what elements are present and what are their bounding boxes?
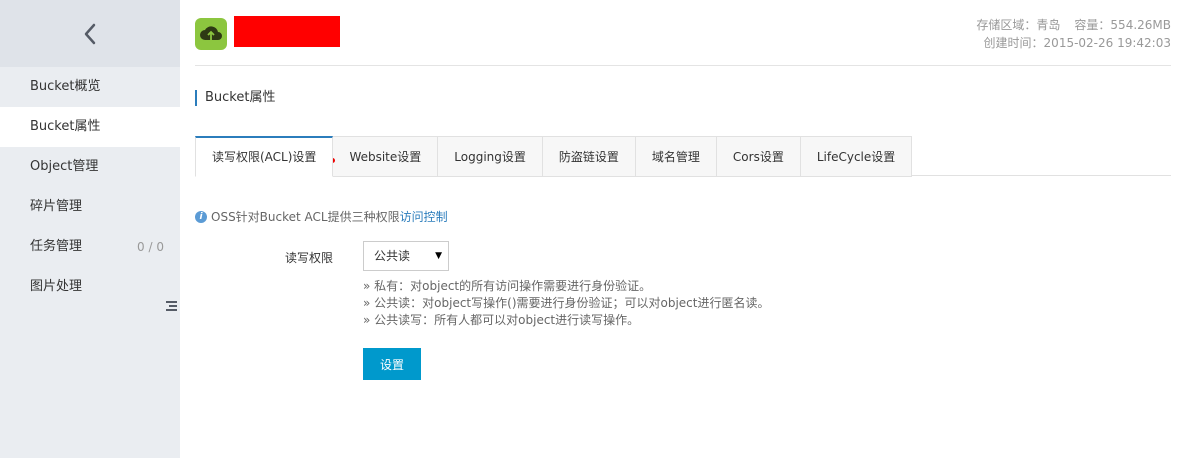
sidebar-item-image-processing[interactable]: 图片处理 xyxy=(0,267,180,307)
section-title: Bucket属性 xyxy=(195,90,275,106)
sidebar-item-label: 图片处理 xyxy=(30,279,83,294)
tab-bar: 读写权限(ACL)设置 Website设置 Logging设置 防盗链设置 域名… xyxy=(195,136,913,177)
header-divider xyxy=(195,65,1171,66)
sidebar-item-label: 任务管理 xyxy=(30,239,83,254)
acl-select[interactable]: 公共读 ▼ xyxy=(363,241,449,271)
tab-hotlink-protection[interactable]: 防盗链设置 xyxy=(542,136,636,177)
back-button[interactable] xyxy=(0,0,180,67)
sidebar-item-label: Bucket概览 xyxy=(30,79,101,94)
hint-public-read: » 公共读：对object写操作()需要进行身份验证；可以对object进行匿名… xyxy=(363,296,770,310)
tab-domain-management[interactable]: 域名管理 xyxy=(635,136,717,177)
sidebar-item-object-management[interactable]: Object管理 xyxy=(0,147,180,187)
caret-down-icon: ▼ xyxy=(435,251,442,261)
sidebar-item-task-management[interactable]: 任务管理 0 / 0 xyxy=(0,227,180,267)
acl-info-text: OSS针对Bucket ACL提供三种权限 xyxy=(211,210,400,224)
tab-acl-settings[interactable]: 读写权限(ACL)设置 xyxy=(195,136,334,177)
bucket-logo xyxy=(195,18,227,50)
sidebar-item-bucket-properties[interactable]: Bucket属性 xyxy=(0,107,180,147)
cloud-upload-icon xyxy=(200,26,222,42)
bucket-name-redacted xyxy=(234,16,340,47)
tab-logging-settings[interactable]: Logging设置 xyxy=(438,136,543,177)
task-count-badge: 0 / 0 xyxy=(137,240,164,254)
sidebar: Bucket概览 Bucket属性 Object管理 碎片管理 任务管理 0 /… xyxy=(0,0,180,458)
hint-private: » 私有：对object的所有访问操作需要进行身份验证。 xyxy=(363,279,652,293)
access-control-link[interactable]: 访问控制 xyxy=(400,208,448,225)
storage-region: 存储区域：青岛 xyxy=(976,18,1061,32)
tab-cors-settings[interactable]: Cors设置 xyxy=(716,136,801,177)
created-time: 创建时间：2015-02-26 19:42:03 xyxy=(983,36,1171,50)
acl-info-line: i OSS针对Bucket ACL提供三种权限 访问控制 xyxy=(195,208,448,225)
acl-hints: » 私有：对object的所有访问操作需要进行身份验证。 » 公共读：对obje… xyxy=(363,278,769,329)
info-icon: i xyxy=(195,210,207,223)
hint-public-read-write: » 公共读写：所有人都可以对object进行读写操作。 xyxy=(363,313,640,327)
sidebar-item-label: Bucket属性 xyxy=(30,119,101,134)
acl-form-label: 读写权限 xyxy=(285,251,334,265)
bucket-meta-info: 存储区域：青岛 容量：554.26MB 创建时间：2015-02-26 19:42… xyxy=(976,16,1171,52)
acl-select-value: 公共读 xyxy=(374,249,411,263)
sidebar-item-label: 碎片管理 xyxy=(30,199,83,214)
acl-submit-button[interactable]: 设置 xyxy=(363,348,421,380)
chevron-left-icon xyxy=(84,23,96,44)
capacity: 容量：554.26MB xyxy=(1074,18,1171,32)
sidebar-toggle-button[interactable] xyxy=(163,288,180,324)
sidebar-item-bucket-overview[interactable]: Bucket概览 xyxy=(0,67,180,107)
sidebar-item-fragment-management[interactable]: 碎片管理 xyxy=(0,187,180,227)
tab-lifecycle-settings[interactable]: LifeCycle设置 xyxy=(800,136,913,177)
tab-website-settings[interactable]: Website设置 xyxy=(333,136,439,177)
collapse-menu-icon xyxy=(166,301,177,311)
sidebar-item-label: Object管理 xyxy=(30,159,99,174)
